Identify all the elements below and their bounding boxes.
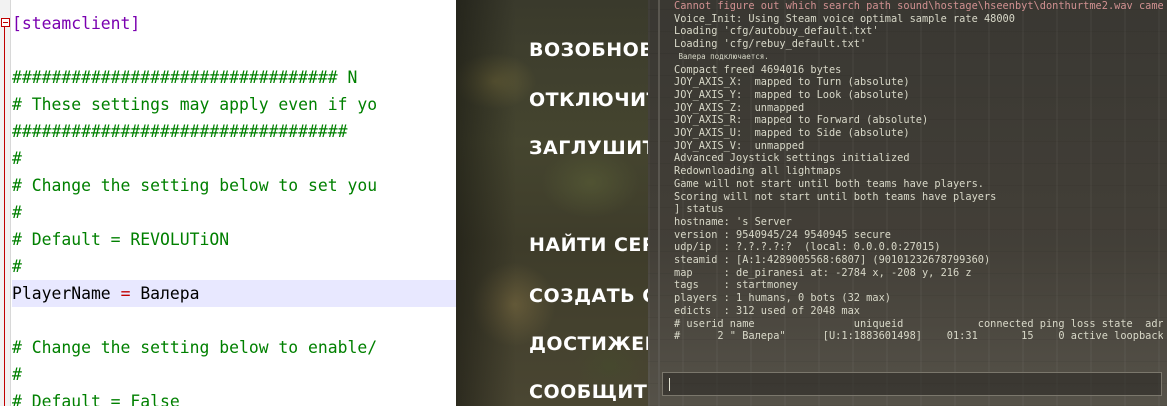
menu-item-report[interactable]: СООБЩИТЬ bbox=[529, 381, 648, 403]
setting-value: Валера bbox=[140, 284, 200, 303]
editor-line[interactable]: # Change the setting below to enable/ bbox=[12, 334, 456, 361]
comment-text: # bbox=[12, 149, 22, 168]
console-line: JOY_AXIS_R: mapped to Forward (absolute) bbox=[674, 114, 929, 127]
assign-operator: = bbox=[120, 284, 131, 303]
comment-text: # Change the setting below to enable/ bbox=[12, 338, 378, 357]
editor-line[interactable]: # bbox=[12, 145, 456, 172]
setting-key: PlayerName bbox=[12, 284, 111, 303]
console-line: Compact freed 4694016 bytes bbox=[674, 63, 842, 76]
console-line: steamid : [A:1:4289005568:6807] (9010123… bbox=[674, 254, 991, 267]
editor-line[interactable]: # Change the setting below to set you bbox=[12, 172, 456, 199]
comment-text: # Default = REVOLUTiON bbox=[12, 230, 230, 249]
comment-text: # bbox=[12, 203, 22, 222]
comment-text: # These settings may apply even if yo bbox=[12, 95, 378, 114]
console-line: Advanced Joystick settings initialized bbox=[674, 152, 910, 165]
console-line: udp/ip : ?.?.?.?:? (local: 0.0.0.0:27015… bbox=[674, 241, 941, 254]
editor-line[interactable]: # bbox=[12, 199, 456, 226]
comment-text: ################################## bbox=[12, 122, 348, 141]
console-line: Cannot figure out which search path soun… bbox=[674, 0, 1163, 12]
console-line: Loading 'cfg/rebuy_default.txt' bbox=[674, 38, 867, 51]
console-line: # userid name uniqueid connected ping lo… bbox=[674, 317, 1163, 330]
editor-gutter bbox=[0, 0, 11, 406]
editor-line[interactable]: # These settings may apply even if yo bbox=[12, 91, 456, 118]
console-line: JOY_AXIS_X: mapped to Turn (absolute) bbox=[674, 76, 910, 89]
fold-toggle-icon[interactable] bbox=[1, 18, 10, 27]
console-line: Game will not start until both teams hav… bbox=[674, 177, 984, 190]
config-editor[interactable]: [steamclient] ###########################… bbox=[0, 0, 456, 406]
comment-text: # Default = False bbox=[12, 392, 180, 406]
menu-item-create-server[interactable]: СОЗДАТЬ С bbox=[529, 285, 648, 307]
section-header: [steamclient] bbox=[12, 14, 141, 33]
editor-line[interactable]: ################################# N bbox=[12, 64, 456, 91]
console-line: map : de_piranesi at: -2784 x, -208 y, 2… bbox=[674, 266, 972, 279]
console-line: Scoring will not start until both teams … bbox=[674, 190, 997, 203]
game-pause-menu: ВОЗОБНОВ ОТКЛЮЧИТ ЗАГЛУШИТ НАЙТИ СЕР СОЗ… bbox=[456, 0, 648, 406]
menu-item-disconnect[interactable]: ОТКЛЮЧИТ bbox=[529, 89, 648, 111]
console-line: JOY_AXIS_U: mapped to Side (absolute) bbox=[674, 127, 910, 140]
console-line: Валера подключается. bbox=[674, 51, 769, 61]
console-line: Loading 'cfg/autobuy_default.txt' bbox=[674, 25, 879, 38]
editor-line[interactable]: # bbox=[12, 361, 456, 388]
editor-line[interactable] bbox=[12, 307, 456, 334]
console-line: edicts : 312 used of 2048 max bbox=[674, 304, 860, 317]
text-caret bbox=[669, 378, 670, 391]
console-log[interactable]: Cannot figure out which search path soun… bbox=[674, 0, 1163, 360]
editor-line[interactable]: [steamclient] bbox=[12, 10, 456, 37]
editor-line[interactable]: PlayerName = Валера bbox=[12, 280, 456, 307]
console-line: Redownloading all lightmaps bbox=[674, 165, 842, 178]
comment-text: ################################# N bbox=[12, 68, 358, 87]
editor-line[interactable] bbox=[12, 37, 456, 64]
menu-item-achievements[interactable]: ДОСТИЖЕН bbox=[529, 333, 648, 355]
editor-line[interactable]: ################################## bbox=[12, 118, 456, 145]
comment-text: # bbox=[12, 365, 22, 384]
menu-item-resume[interactable]: ВОЗОБНОВ bbox=[529, 39, 648, 61]
console-line: hostname: 's Server bbox=[674, 215, 792, 228]
comment-text: # Change the setting below to set you bbox=[12, 176, 378, 195]
console-line: # 2 " Валера" [U:1:1883601498] 01:31 15 … bbox=[674, 330, 1163, 343]
fold-guide-line bbox=[4, 27, 5, 406]
editor-line[interactable]: # bbox=[12, 253, 456, 280]
console-line: JOY_AXIS_V: unmapped bbox=[674, 139, 805, 152]
console-border bbox=[658, 0, 660, 406]
menu-item-mute[interactable]: ЗАГЛУШИТ bbox=[529, 137, 648, 159]
developer-console: Cannot figure out which search path soun… bbox=[648, 0, 1167, 406]
console-line: JOY_AXIS_Y: mapped to Look (absolute) bbox=[674, 88, 910, 101]
console-line: version : 9540945/24 9540945 secure bbox=[674, 228, 891, 241]
menu-item-find-servers[interactable]: НАЙТИ СЕР bbox=[529, 234, 648, 256]
editor-line[interactable]: # Default = REVOLUTiON bbox=[12, 226, 456, 253]
console-line: tags : startmoney bbox=[674, 279, 798, 292]
console-line: players : 1 humans, 0 bots (32 max) bbox=[674, 292, 891, 305]
console-line: Voice_Init: Using Steam voice optimal sa… bbox=[674, 12, 1015, 25]
console-input[interactable] bbox=[662, 372, 1162, 396]
menu-shade bbox=[456, 0, 516, 406]
console-line: ] status bbox=[674, 203, 724, 216]
comment-text: # bbox=[12, 257, 22, 276]
console-line: JOY_AXIS_Z: unmapped bbox=[674, 101, 805, 114]
editor-line[interactable]: # Default = False bbox=[12, 388, 456, 406]
